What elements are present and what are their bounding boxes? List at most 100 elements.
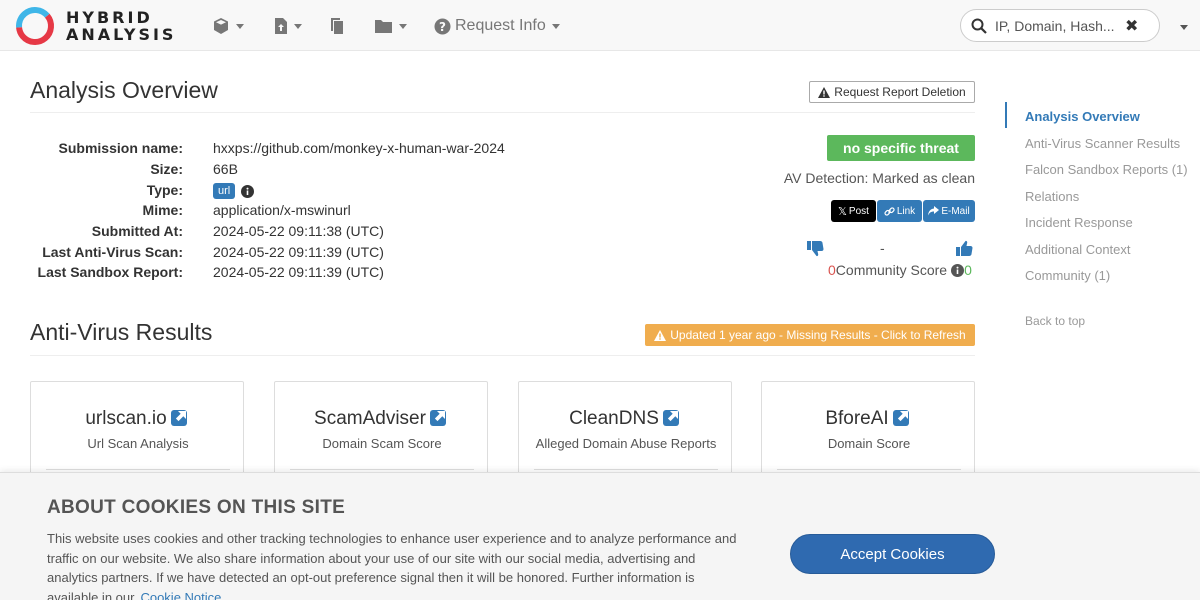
community-score-negative: 0 [828, 262, 836, 278]
vote-separator: - [880, 240, 885, 256]
warning-icon [654, 329, 667, 341]
threat-verdict-badge: no specific threat [827, 135, 975, 161]
nav-cube-dropdown[interactable] [212, 14, 244, 38]
share-link-label: Link [896, 205, 916, 217]
share-arrow-icon [928, 206, 940, 216]
question-circle-icon: ? [434, 18, 451, 34]
detail-key: Last Anti-Virus Scan: [42, 244, 183, 260]
chevron-down-icon [294, 23, 302, 29]
sidebar-item-incident-response[interactable]: Incident Response [1025, 215, 1133, 230]
top-navbar: HYBRID ANALYSIS ? Request Info ✖ [0, 0, 1200, 51]
av-card-title[interactable]: urlscan.io [31, 408, 243, 430]
cube-icon [214, 18, 228, 34]
info-circle-icon[interactable] [951, 263, 965, 277]
info-circle-icon[interactable] [241, 184, 255, 198]
user-menu-chevron-icon[interactable] [1180, 25, 1188, 30]
detail-value: url [213, 182, 255, 200]
svg-text:?: ? [439, 20, 446, 34]
community-score-positive: 0 [964, 262, 972, 278]
thumbs-up-icon[interactable] [956, 240, 973, 257]
share-link-button[interactable]: Link [877, 200, 922, 222]
detail-value: hxxps://github.com/monkey-x-human-war-20… [213, 140, 505, 156]
anti-virus-results-title: Anti-Virus Results [30, 319, 213, 345]
detail-key: Submission name: [58, 140, 183, 156]
sidebar-item-back-to-top[interactable]: Back to top [1025, 314, 1085, 328]
active-indicator [1005, 102, 1007, 128]
external-link-icon[interactable] [662, 408, 681, 426]
logo-wordmark: HYBRID ANALYSIS [66, 9, 176, 43]
detail-key: Submitted At: [91, 223, 183, 239]
card-divider [534, 469, 718, 470]
refresh-results-label: Updated 1 year ago - Missing Results - C… [670, 328, 966, 342]
thumbs-down-icon[interactable] [807, 240, 824, 257]
nav-copy-button[interactable] [330, 14, 346, 38]
copy-icon [331, 18, 343, 34]
av-detection-status: AV Detection: Marked as clean [783, 170, 975, 186]
sidebar-item-analysis-overview[interactable]: Analysis Overview [1025, 109, 1140, 124]
search-box: ✖ [960, 9, 1160, 42]
search-input[interactable] [995, 17, 1115, 34]
av-card-title[interactable]: ScamAdviser [275, 408, 487, 430]
accept-cookies-button[interactable]: Accept Cookies [790, 534, 995, 574]
external-link-icon[interactable] [429, 408, 448, 426]
x-logo-icon: 𝕏 [838, 205, 847, 218]
nav-request-info-dropdown[interactable]: ? Request Info [434, 14, 560, 38]
av-card-name: ScamAdviser [314, 408, 426, 429]
sidebar-item-anti-virus-results[interactable]: Anti-Virus Scanner Results [1025, 136, 1180, 151]
file-upload-icon [275, 18, 287, 34]
section-divider [30, 112, 975, 113]
av-card-subtitle: Url Scan Analysis [87, 436, 189, 451]
detail-row-submission-name: Submission name: hxxps://github.com/monk… [30, 140, 505, 160]
request-info-label: Request Info [455, 17, 546, 34]
detail-key: Mime: [142, 202, 183, 218]
community-score: 0 Community Score 0 [828, 262, 972, 278]
detail-value: application/x-mswinurl [213, 202, 351, 218]
detail-value: 2024-05-22 09:11:38 (UTC) [213, 223, 384, 239]
nav-file-dropdown[interactable] [274, 14, 302, 38]
av-card-title[interactable]: CleanDNS [519, 408, 731, 430]
link-icon [884, 206, 895, 216]
cookie-banner-title: ABOUT COOKIES ON THIS SITE [47, 497, 346, 518]
chevron-down-icon [399, 23, 407, 29]
sidebar-item-additional-context[interactable]: Additional Context [1025, 242, 1131, 257]
section-divider [30, 355, 975, 356]
card-divider [777, 469, 961, 470]
sidebar-item-falcon-sandbox-reports[interactable]: Falcon Sandbox Reports (1) [1025, 162, 1188, 177]
refresh-results-button[interactable]: Updated 1 year ago - Missing Results - C… [645, 324, 975, 346]
detail-row-last-av-scan: Last Anti-Virus Scan: 2024-05-22 09:11:3… [30, 244, 384, 264]
cookie-banner-text: This website uses cookies and other trac… [47, 529, 747, 600]
clear-search-icon[interactable]: ✖ [1125, 16, 1138, 36]
cookie-notice-link[interactable]: Cookie Notice [140, 590, 221, 600]
detail-row-last-sandbox-report: Last Sandbox Report: 2024-05-22 09:11:39… [30, 264, 384, 284]
card-divider [290, 469, 474, 470]
av-card-title[interactable]: BforeAI [762, 408, 974, 430]
av-card-name: CleanDNS [569, 408, 659, 429]
sidebar-item-community[interactable]: Community (1) [1025, 268, 1110, 283]
sidebar-item-relations[interactable]: Relations [1025, 189, 1079, 204]
av-card-name: BforeAI [825, 408, 889, 429]
detail-key: Last Sandbox Report: [37, 264, 183, 280]
community-score-label: Community Score [835, 262, 948, 278]
logo-line-1: HYBRID [66, 8, 153, 27]
detail-value: 2024-05-22 09:11:39 (UTC) [213, 244, 384, 260]
search-icon [971, 18, 987, 34]
request-report-deletion-label: Request Report Deletion [834, 85, 966, 99]
external-link-icon[interactable] [892, 408, 911, 426]
external-link-icon[interactable] [170, 408, 189, 426]
hybrid-analysis-logo[interactable]: HYBRID ANALYSIS [14, 4, 189, 48]
logo-line-2: ANALYSIS [66, 25, 177, 44]
request-report-deletion-button[interactable]: Request Report Deletion [809, 81, 975, 103]
detail-row-mime: Mime: application/x-mswinurl [30, 202, 351, 222]
nav-folder-dropdown[interactable] [374, 14, 407, 38]
detail-row-type: Type: url [30, 182, 255, 202]
share-x-post-button[interactable]: 𝕏 Post [831, 200, 876, 222]
detail-key: Type: [146, 182, 183, 198]
logo-ring-icon [16, 7, 54, 45]
av-card-name: urlscan.io [85, 408, 167, 429]
share-email-label: E-Mail [941, 205, 970, 217]
detail-row-submitted-at: Submitted At: 2024-05-22 09:11:38 (UTC) [30, 223, 384, 243]
detail-value: 66B [213, 161, 238, 177]
folder-icon [375, 20, 392, 33]
share-email-button[interactable]: E-Mail [923, 200, 975, 222]
card-divider [46, 469, 230, 470]
